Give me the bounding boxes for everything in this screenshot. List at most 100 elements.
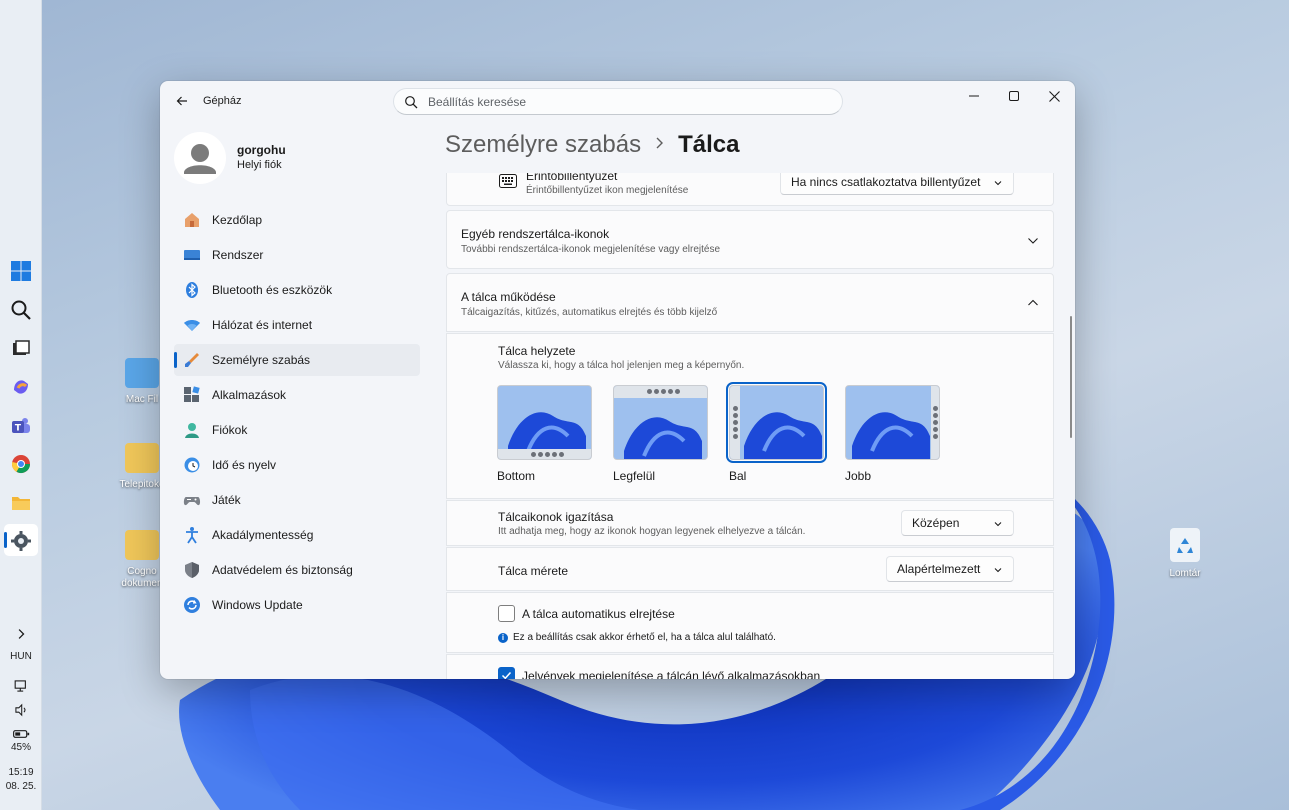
start-button[interactable] <box>7 257 35 285</box>
sidebar-item-gaming[interactable]: Játék <box>174 484 420 516</box>
sidebar-item-accounts[interactable]: Fiókok <box>174 414 420 446</box>
search-input[interactable] <box>428 93 828 111</box>
keyboard-icon <box>499 174 517 188</box>
content-scrollbar[interactable] <box>1070 316 1072 438</box>
taskbar: T HUN 45% 15:19 08. 25. <box>0 0 42 810</box>
taskbar-size-row: Tálca mérete Alapértelmezett <box>446 547 1054 591</box>
task-view-icon <box>13 340 30 355</box>
bluetooth-icon <box>182 280 202 300</box>
title-bar: Gépház <box>160 81 1075 121</box>
chrome-button[interactable] <box>7 450 35 478</box>
sidebar-item-time-language[interactable]: Idő és nyelv <box>174 449 420 481</box>
clock-globe-icon <box>182 455 202 475</box>
minimize-icon <box>969 95 979 97</box>
chevron-right-icon <box>655 136 664 154</box>
folder-icon <box>125 443 159 473</box>
position-option-bottom[interactable] <box>497 385 592 460</box>
app-title: Gépház <box>203 95 242 107</box>
chevron-down-icon[interactable] <box>1026 234 1040 248</box>
position-option-left[interactable] <box>726 382 827 463</box>
maximize-button[interactable] <box>994 83 1034 109</box>
svg-text:T: T <box>15 424 22 434</box>
settings-search[interactable] <box>393 88 843 115</box>
user-avatar-icon <box>184 144 216 174</box>
speaker-icon <box>15 703 26 717</box>
position-label-right: Jobb <box>845 469 872 483</box>
autohide-checkbox[interactable] <box>498 605 515 622</box>
breadcrumb: Személyre szabás Tálca <box>445 131 739 159</box>
copilot-icon <box>14 380 28 394</box>
taskbar-behavior-header[interactable]: A tálca működése Tálcaigazítás, kitűzés,… <box>446 273 1054 332</box>
checkmark-icon <box>501 671 512 679</box>
position-option-right[interactable] <box>845 385 940 460</box>
desktop-icon-recycle-bin[interactable]: Lomtár <box>1150 528 1220 580</box>
chevron-down-icon <box>994 522 1002 527</box>
sidebar-item-apps[interactable]: Alkalmazások <box>174 379 420 411</box>
settings-app-button[interactable] <box>7 527 35 555</box>
page-title: Tálca <box>678 131 740 158</box>
sidebar-item-windows-update[interactable]: Windows Update <box>174 589 420 621</box>
accessibility-icon <box>182 525 202 545</box>
badges-checkbox[interactable] <box>498 667 515 679</box>
teams-button[interactable]: T <box>7 412 35 440</box>
back-button[interactable] <box>172 91 192 111</box>
avatar[interactable] <box>174 132 226 184</box>
touch-keyboard-dropdown[interactable]: Ha nincs csatlakoztatva billentyűzet <box>780 173 1014 195</box>
account-type: Helyi fiók <box>237 159 282 171</box>
touch-keyboard-row: Érintőbillentyűzet Érintőbillentyűzet ik… <box>446 173 1054 206</box>
search-icon <box>405 96 418 109</box>
close-button[interactable] <box>1034 83 1074 109</box>
sidebar-item-personalization[interactable]: Személyre szabás <box>174 344 420 376</box>
autohide-row: A tálca automatikus elrejtése i Ez a beá… <box>446 592 1054 653</box>
clock-time[interactable]: 15:19 <box>0 767 42 778</box>
task-view-button[interactable] <box>7 335 35 363</box>
maximize-icon <box>1009 91 1019 101</box>
copilot-button[interactable] <box>7 373 35 401</box>
folder-icon <box>12 497 30 510</box>
file-explorer-button[interactable] <box>7 489 35 517</box>
arrow-left-icon <box>176 96 187 106</box>
taskbar-size-dropdown[interactable]: Alapértelmezett <box>886 556 1014 582</box>
recycle-bin-icon <box>1170 528 1200 562</box>
gear-icon <box>11 531 31 551</box>
battery-icon <box>13 730 30 738</box>
language-indicator[interactable]: HUN <box>0 651 42 662</box>
position-label-left: Bal <box>729 469 747 483</box>
person-icon <box>182 420 202 440</box>
sidebar-item-bluetooth[interactable]: Bluetooth és eszközök <box>174 274 420 306</box>
search-button[interactable] <box>7 296 35 324</box>
folder-icon <box>125 358 159 388</box>
close-icon <box>1048 90 1060 102</box>
position-label-top: Legfelül <box>613 469 656 483</box>
badges-row: Jelvények megjelenítése a tálcán lévő al… <box>446 654 1054 679</box>
settings-content: Érintőbillentyűzet Érintőbillentyűzet ik… <box>446 173 1054 679</box>
sidebar-item-accessibility[interactable]: Akadálymentesség <box>174 519 420 551</box>
sidebar-item-system[interactable]: Rendszer <box>174 239 420 271</box>
user-name: gorgohu <box>237 143 286 157</box>
minimize-button[interactable] <box>954 83 994 109</box>
sidebar-item-privacy[interactable]: Adatvédelem és biztonság <box>174 554 420 586</box>
teams-icon: T <box>12 418 30 434</box>
chevron-down-icon <box>994 181 1002 186</box>
alignment-dropdown[interactable]: Középen <box>901 510 1014 536</box>
show-hidden-icons-button[interactable] <box>7 620 35 648</box>
other-tray-icons-row[interactable]: Egyéb rendszertálca-ikonok További rends… <box>446 210 1054 269</box>
clock-date[interactable]: 08. 25. <box>0 781 42 792</box>
bloom-thumbnail-icon <box>730 386 823 459</box>
network-monitor-icon <box>14 680 26 692</box>
gamepad-icon <box>182 490 202 510</box>
folder-icon <box>125 530 159 560</box>
chevron-up-icon[interactable] <box>1026 296 1040 310</box>
home-icon <box>182 210 202 230</box>
position-label-bottom: Bottom <box>497 469 536 483</box>
shield-icon <box>182 560 202 580</box>
position-option-top[interactable] <box>613 385 708 460</box>
update-icon <box>182 595 202 615</box>
sidebar-item-network[interactable]: Hálózat és internet <box>174 309 420 341</box>
chevron-right-icon <box>18 629 25 639</box>
sidebar-item-home[interactable]: Kezdőlap <box>174 204 420 236</box>
wifi-icon <box>182 315 202 335</box>
search-icon <box>11 300 31 320</box>
display-icon <box>182 245 202 265</box>
breadcrumb-parent[interactable]: Személyre szabás <box>445 131 641 159</box>
